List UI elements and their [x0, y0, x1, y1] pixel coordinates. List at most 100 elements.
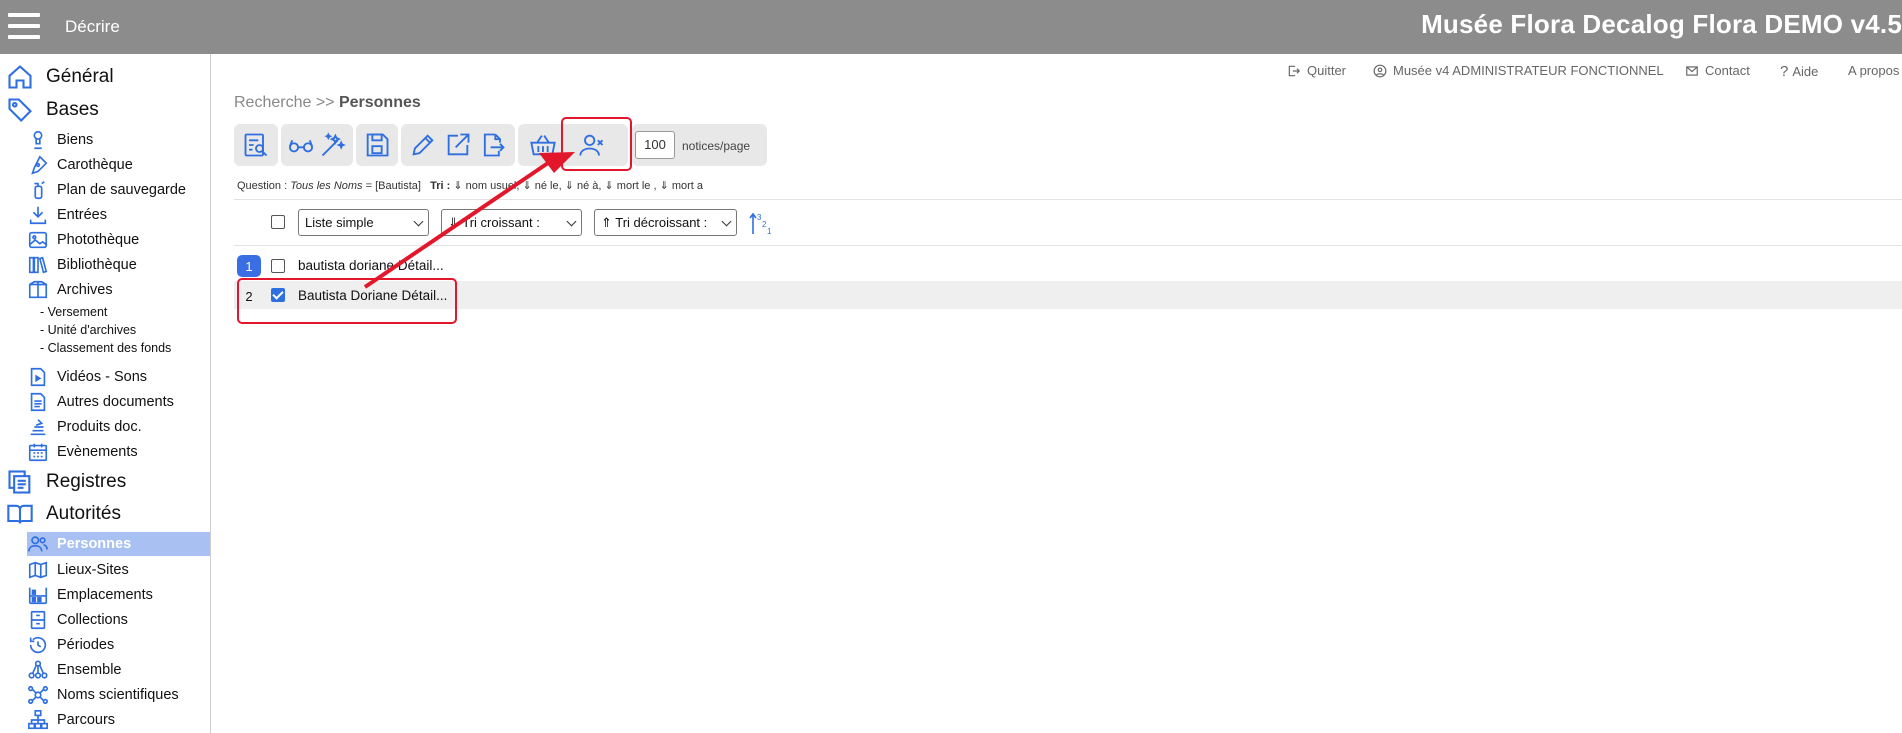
sidebar-item-entrees[interactable]: Entrées: [27, 203, 210, 227]
decrire-link[interactable]: Décrire: [65, 17, 120, 37]
toolbar-group-view: [281, 124, 353, 166]
floppy-disk-icon: [366, 133, 389, 157]
sidebar-item-phototheque[interactable]: Photothèque: [27, 228, 210, 252]
file-export-icon: [484, 133, 506, 157]
divider: [234, 245, 1902, 246]
sidebar-item-autres-documents[interactable]: Autres documents: [27, 390, 210, 414]
result-row[interactable]: 2 Bautista Doriane Détail...: [234, 281, 1902, 309]
sort-desc-select[interactable]: ⇑ Tri décroissant :: [594, 209, 737, 236]
sidebar-item-personnes[interactable]: Personnes: [27, 532, 210, 556]
aide-link[interactable]: ? Aide: [1780, 63, 1818, 80]
sidebar-item-label: Noms scientifiques: [57, 687, 179, 703]
search-list-icon: [244, 133, 268, 157]
save-button[interactable]: [360, 124, 394, 166]
sidebar-section-general[interactable]: Général: [6, 63, 114, 91]
select-all-checkbox[interactable]: [271, 215, 285, 229]
result-row[interactable]: 1 bautista doriane Détail...: [234, 251, 1902, 279]
quitter-link[interactable]: Quitter: [1287, 63, 1346, 78]
search-list-button[interactable]: [238, 124, 274, 166]
toolbar-group-search: [234, 124, 278, 166]
sidebar-item-label: Archives: [57, 282, 113, 298]
view-mode-select[interactable]: Liste simple: [298, 209, 429, 236]
edit-button[interactable]: [405, 124, 440, 166]
apropos-label: A propos: [1848, 63, 1900, 78]
user-link[interactable]: Musée v4 ADMINISTRATEUR FONCTIONNEL: [1373, 63, 1664, 78]
sidebar-item-label: Emplacements: [57, 587, 153, 603]
sidebar-item-carotheque[interactable]: Carothèque: [27, 153, 210, 177]
sidebar-item-label: Collections: [57, 612, 128, 628]
envelope-icon: [1686, 65, 1698, 76]
app-title: Musée Flora Decalog Flora DEMO v4.5: [1421, 9, 1902, 39]
sidebar-item-emplacements[interactable]: Emplacements: [27, 583, 210, 607]
sidebar-section-bases[interactable]: Bases: [6, 96, 99, 124]
sidebar-subitem-classement-fonds[interactable]: - Classement des fonds: [40, 341, 171, 355]
glasses-icon: [288, 139, 314, 153]
sidebar-item-lieux-sites[interactable]: Lieux-Sites: [27, 558, 210, 582]
sidebar-item-plan-de-sauvegarde[interactable]: Plan de sauvegarde: [27, 178, 210, 202]
bust-icon: [27, 129, 49, 151]
sidebar-item-ensemble[interactable]: Ensemble: [27, 658, 210, 682]
sidebar-item-evenements[interactable]: Evènements: [27, 440, 210, 464]
per-page-label: notices/page: [682, 139, 751, 153]
stack-icon: [27, 416, 49, 438]
sidebar-item-label: Personnes: [57, 536, 132, 552]
basket-button[interactable]: [522, 124, 564, 166]
sort-asc-select[interactable]: ⇓ Tri croissant :: [441, 209, 582, 236]
glasses-button[interactable]: [285, 124, 317, 166]
row-checkbox[interactable]: [271, 259, 285, 273]
sidebar-item-biens[interactable]: Biens: [27, 128, 210, 152]
sidebar-item-collections[interactable]: Collections: [27, 608, 210, 632]
sidebar-subitem-unite-archives[interactable]: - Unité d'archives: [40, 323, 136, 337]
hamburger-icon[interactable]: [8, 13, 40, 39]
sort-numeric-icon: 321: [749, 212, 772, 236]
sidebar-section-label: Registres: [46, 471, 127, 492]
chevron-down-icon: [566, 216, 577, 227]
svg-text:1: 1: [767, 227, 772, 236]
download-icon: [27, 204, 49, 226]
sidebar-item-videos-sons[interactable]: Vidéos - Sons: [27, 365, 210, 389]
sidebar-section-label: Autorités: [46, 503, 121, 524]
sort-numeric-button[interactable]: 321: [748, 210, 774, 236]
sidebar-item-periodes[interactable]: Périodes: [27, 633, 210, 657]
basket-icon: [530, 135, 556, 156]
sidebar-item-produits-doc[interactable]: Produits doc.: [27, 415, 210, 439]
sidebar-item-label: Carothèque: [57, 157, 133, 173]
sidebar-item-noms-scientifiques[interactable]: Noms scientifiques: [27, 683, 210, 707]
sidebar-section-autorites[interactable]: Autorités: [6, 500, 121, 528]
calendar-icon: [27, 441, 49, 463]
sidebar-item-bibliotheque[interactable]: Bibliothèque: [27, 253, 210, 277]
sidebar-item-archives[interactable]: Archives: [27, 278, 210, 302]
breadcrumb-current: Personnes: [338, 94, 421, 111]
sidebar-item-label: Périodes: [57, 637, 115, 653]
sidebar-section-label: Général: [46, 66, 114, 87]
per-page-input[interactable]: 100: [635, 131, 675, 159]
open-book-icon: [6, 500, 34, 528]
breadcrumb: Recherche >> Personnes: [234, 94, 421, 112]
quitter-label: Quitter: [1307, 63, 1347, 78]
books-icon: [27, 254, 49, 276]
sidebar-item-label: Evènements: [57, 444, 138, 460]
magic-wand-icon: [321, 132, 346, 157]
annotation-box-remove-button: [561, 117, 632, 171]
hierarchy-icon: [27, 659, 49, 681]
export-button[interactable]: [476, 124, 511, 166]
question-prefix: Question :: [237, 180, 291, 192]
external-link-icon: [447, 133, 470, 156]
sidebar-item-label: Vidéos - Sons: [57, 369, 148, 385]
view-mode-value: Liste simple: [305, 215, 374, 230]
row-text[interactable]: bautista doriane Détail...: [298, 258, 444, 273]
sidebar-subitem-versement[interactable]: - Versement: [40, 305, 107, 319]
question-value: = [Bautista]: [362, 180, 421, 192]
contact-link[interactable]: Contact: [1685, 63, 1750, 78]
molecule-icon: [27, 684, 49, 706]
toolbar-group-edit: [401, 124, 515, 166]
question-field: Tous les Noms: [290, 180, 363, 192]
apropos-link[interactable]: A propos: [1848, 63, 1899, 78]
magic-wand-button[interactable]: [317, 124, 349, 166]
fire-extinguisher-icon: [27, 179, 49, 201]
sidebar-item-parcours[interactable]: Parcours: [27, 708, 210, 732]
sidebar-section-registres[interactable]: Registres: [6, 468, 126, 496]
open-external-button[interactable]: [440, 124, 475, 166]
sidebar-item-label: Parcours: [57, 712, 116, 728]
breadcrumb-root[interactable]: Recherche >>: [234, 94, 339, 111]
